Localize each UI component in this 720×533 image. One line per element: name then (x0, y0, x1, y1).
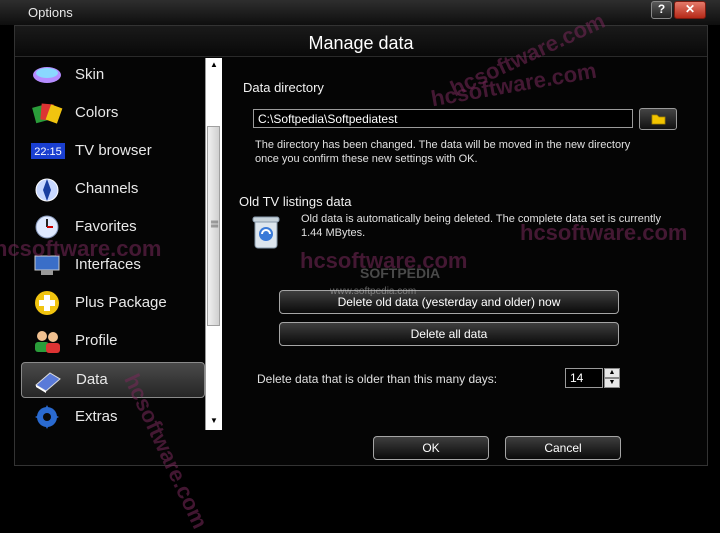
directory-change-note-line1: The directory has been changed. The data… (255, 139, 631, 151)
ok-button[interactable]: OK (373, 436, 489, 460)
window-titlebar: Options ? ✕ (0, 0, 720, 25)
delete-old-data-button[interactable]: Delete old data (yesterday and older) no… (279, 290, 619, 314)
data-settings-panel: Data directory The directory has been ch… (227, 58, 703, 430)
directory-change-note-line2: once you confirm these new settings with… (255, 153, 478, 165)
page-title: Manage data (15, 26, 707, 57)
scrollbar-thumb[interactable]: ═ ═ (207, 126, 220, 326)
spin-up-arrow-icon[interactable]: ▲ (604, 368, 620, 378)
storage-info-line2: 1.44 MBytes. (301, 227, 366, 239)
sidebar-item-colors[interactable]: Colors (21, 96, 203, 130)
sidebar-item-label: Plus Package (75, 294, 167, 311)
sidebar-scrollbar[interactable]: ▲ ═ ═ ▼ (205, 58, 222, 430)
interfaces-icon (31, 252, 63, 278)
retention-days-label: Delete data that is older than this many… (257, 372, 498, 386)
sidebar-item-label: Colors (75, 104, 119, 121)
sidebar-item-favorites[interactable]: Favorites (21, 210, 203, 244)
help-button[interactable]: ? (651, 1, 672, 19)
channels-icon (31, 176, 63, 202)
close-button[interactable]: ✕ (674, 1, 706, 19)
sidebar-item-profile[interactable]: Profile (21, 324, 203, 358)
extras-icon (31, 404, 63, 430)
sidebar-item-label: Data (76, 371, 108, 388)
sidebar-item-label: Favorites (75, 218, 137, 235)
plus-package-icon (31, 290, 63, 316)
window-title: Options (28, 5, 73, 20)
cancel-button[interactable]: Cancel (505, 436, 621, 460)
tv-browser-icon: 22:15 (31, 138, 65, 164)
delete-all-data-button[interactable]: Delete all data (279, 322, 619, 346)
data-directory-input[interactable] (253, 109, 633, 128)
sidebar-item-data[interactable]: Data (21, 362, 205, 398)
sidebar-item-interfaces[interactable]: Interfaces (21, 248, 203, 282)
sidebar-item-channels[interactable]: Channels (21, 172, 203, 206)
colors-icon (31, 100, 63, 126)
skin-icon (31, 62, 63, 88)
tv-browser-badge: 22:15 (34, 146, 62, 158)
old-listings-title: Old TV listings data (239, 194, 352, 209)
sidebar-item-label: Channels (75, 180, 139, 197)
scroll-down-arrow-icon[interactable]: ▼ (208, 416, 220, 428)
sidebar-item-label: Profile (75, 332, 118, 349)
options-dialog: Manage data Skin Colors 22:15 TV browser… (14, 25, 708, 466)
sidebar-nav: Skin Colors 22:15 TV browser Channels Fa… (17, 58, 205, 430)
sidebar-item-tv-browser[interactable]: 22:15 TV browser (21, 134, 203, 168)
sidebar-item-skin[interactable]: Skin (21, 58, 203, 92)
sidebar-item-plus-package[interactable]: Plus Package (21, 286, 203, 320)
favorites-icon (31, 214, 63, 240)
scroll-up-arrow-icon[interactable]: ▲ (208, 60, 220, 72)
sidebar-item-label: Skin (75, 66, 105, 83)
folder-icon (651, 114, 666, 125)
data-directory-title: Data directory (243, 80, 324, 95)
spin-down-arrow-icon[interactable]: ▼ (604, 378, 620, 388)
recycle-bin-icon (252, 216, 280, 249)
browse-folder-button[interactable] (639, 108, 677, 130)
profile-icon (31, 328, 63, 354)
sidebar-item-label: Extras (75, 408, 118, 425)
retention-days-input[interactable] (565, 368, 603, 388)
sidebar-item-label: TV browser (75, 142, 152, 159)
grip-icon: ═ ═ (211, 217, 219, 232)
retention-days-stepper[interactable]: ▲ ▼ (604, 368, 620, 388)
data-icon (32, 367, 64, 393)
sidebar-item-label: Interfaces (75, 256, 141, 273)
storage-info-line1: Old data is automatically being deleted.… (301, 213, 661, 225)
sidebar-item-extras[interactable]: Extras (21, 400, 203, 430)
